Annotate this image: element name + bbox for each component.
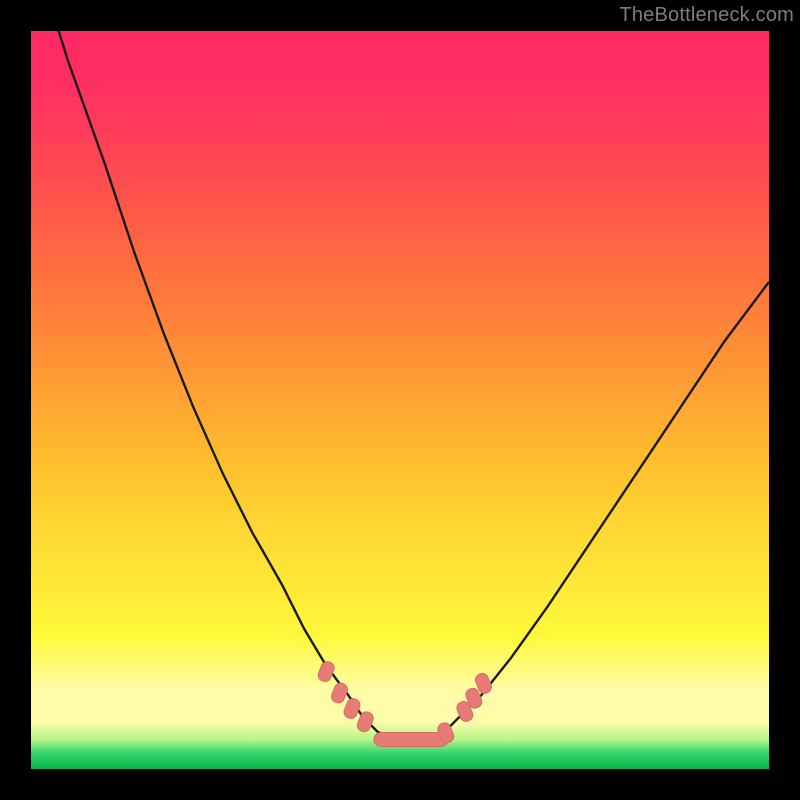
marker-layer — [316, 660, 493, 747]
watermark-text: TheBottleneck.com — [619, 4, 794, 27]
trough-marker — [342, 697, 362, 720]
trough-pill — [374, 733, 448, 747]
curve-layer — [31, 31, 769, 739]
trough-marker — [316, 660, 336, 683]
bottleneck-curve-path — [31, 31, 769, 739]
trough-marker — [356, 710, 376, 733]
plot-area — [31, 31, 769, 769]
bottleneck-chart — [31, 31, 769, 769]
outer-frame: TheBottleneck.com — [0, 0, 800, 800]
trough-marker — [330, 681, 350, 704]
